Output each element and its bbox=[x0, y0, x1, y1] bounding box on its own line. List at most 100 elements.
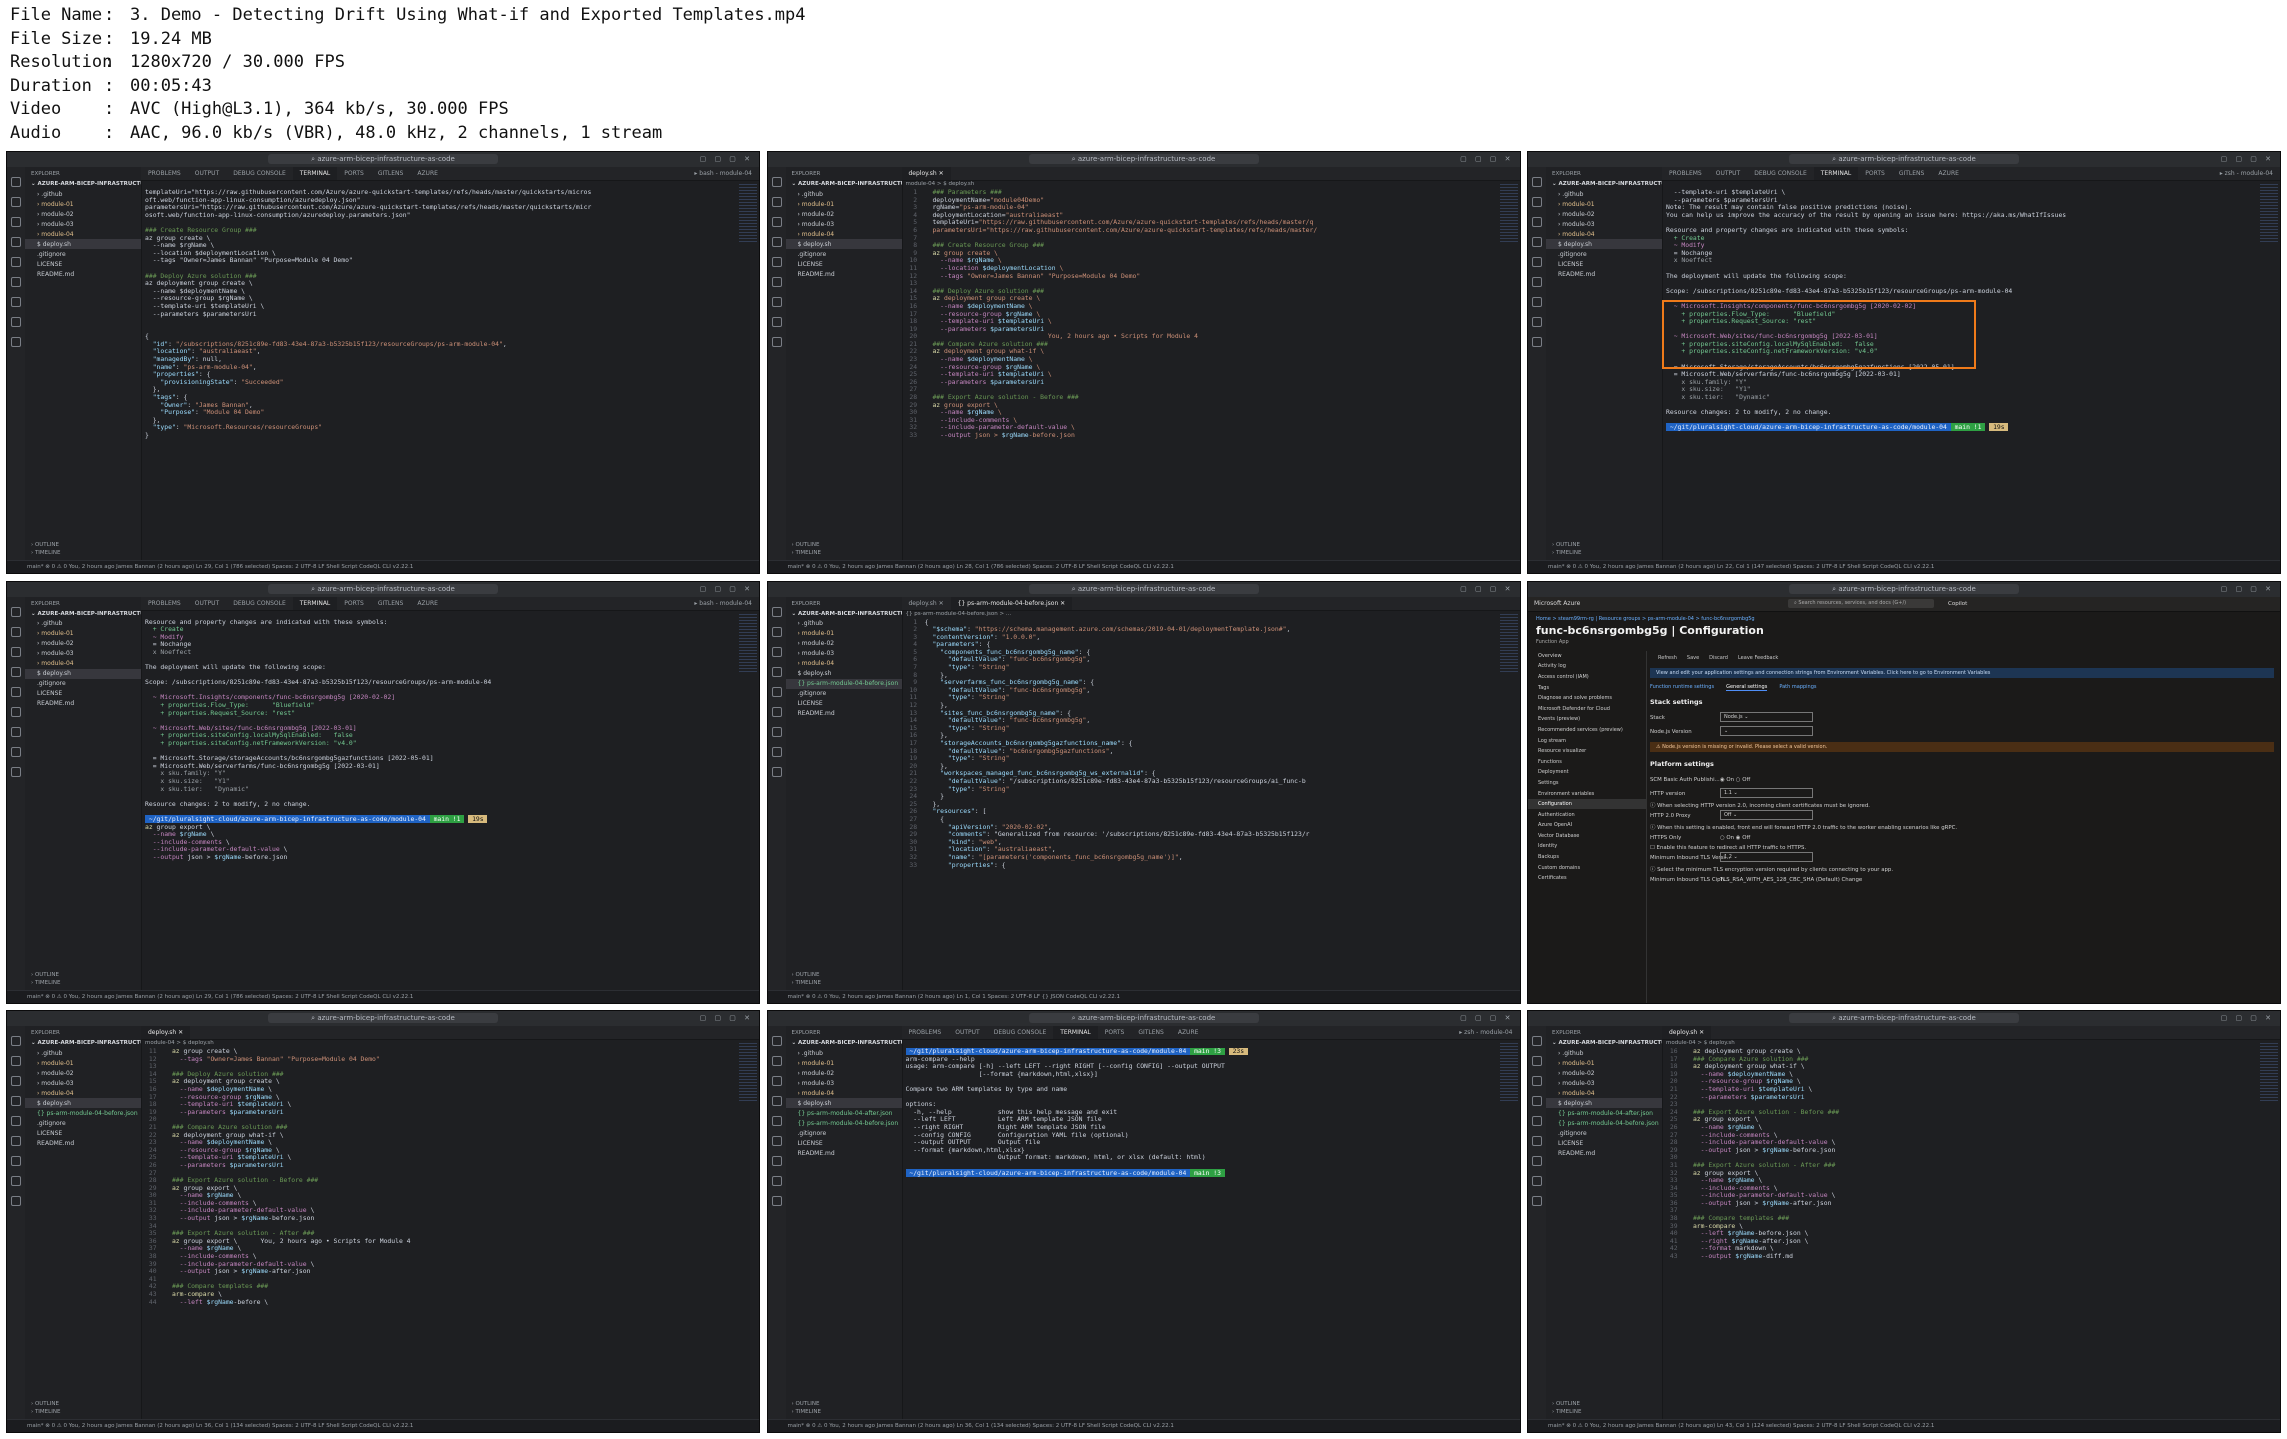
source-control-icon[interactable] bbox=[11, 217, 21, 227]
remote-icon[interactable] bbox=[11, 1156, 21, 1166]
tab-ports[interactable]: PORTS bbox=[337, 167, 371, 180]
source-control-icon[interactable] bbox=[771, 217, 782, 227]
window-controls[interactable]: ▢ ▢ ▢ ✕ bbox=[1460, 155, 1513, 163]
breadcrumb[interactable]: module-04 > $ deploy.sh bbox=[1666, 1040, 1735, 1046]
run-debug-icon[interactable] bbox=[1532, 237, 1542, 247]
explorer-item[interactable]: › module-01 bbox=[25, 199, 141, 209]
explorer-item[interactable]: › module-03 bbox=[25, 649, 141, 659]
explorer-item[interactable]: › module-02 bbox=[25, 639, 141, 649]
outline-section[interactable]: › OUTLINE bbox=[31, 1400, 60, 1408]
testing-icon[interactable] bbox=[11, 1136, 21, 1146]
azure-icon[interactable] bbox=[771, 1196, 782, 1206]
editor-tab[interactable]: deploy.sh ✕ bbox=[1662, 1026, 1712, 1039]
config-tab[interactable]: Path mappings bbox=[1779, 684, 1816, 690]
explorer-item[interactable]: › module-01 bbox=[1546, 199, 1662, 209]
http-version-dropdown[interactable]: 1.1 ⌄ bbox=[1720, 788, 1813, 798]
tab-azure[interactable]: AZURE bbox=[410, 597, 445, 610]
timeline-section[interactable]: › TIMELINE bbox=[1552, 1408, 1581, 1416]
window-controls[interactable]: ▢ ▢ ▢ ✕ bbox=[2221, 155, 2274, 163]
tab-terminal[interactable]: TERMINAL bbox=[292, 167, 338, 180]
tab-problems[interactable]: PROBLEMS bbox=[141, 597, 188, 610]
run-debug-icon[interactable] bbox=[1532, 1096, 1542, 1106]
explorer-item[interactable]: $ deploy.sh bbox=[785, 239, 902, 249]
terminal-name[interactable]: ▸ zsh - module-04 bbox=[1452, 1026, 1519, 1039]
tab-problems[interactable]: PROBLEMS bbox=[141, 167, 188, 180]
window-controls[interactable]: ▢ ▢ ▢ ✕ bbox=[1460, 585, 1513, 593]
menu-item[interactable]: Backups bbox=[1528, 852, 1646, 863]
explorer-item[interactable]: › module-04 bbox=[1546, 1088, 1662, 1098]
command-center-search[interactable]: ⌕ azure-arm-bicep-infrastructure-as-code bbox=[1789, 583, 2019, 594]
window-controls[interactable]: ▢ ▢ ▢ ✕ bbox=[700, 585, 753, 593]
timeline-section[interactable]: › TIMELINE bbox=[792, 979, 821, 987]
explorer-item[interactable]: LICENSE bbox=[786, 259, 902, 269]
explorer-root-folder[interactable]: ⌄ AZURE-ARM-BICEP-INFRASTRUCTURE-AS-CODE bbox=[786, 179, 902, 189]
explorer-item[interactable]: .gitignore bbox=[25, 679, 141, 689]
menu-item[interactable]: Deployment bbox=[1528, 767, 1646, 778]
azure-icon[interactable] bbox=[1532, 1196, 1542, 1206]
breadcrumb[interactable]: module-04 > $ deploy.sh bbox=[145, 1040, 214, 1046]
tab-debug-console[interactable]: DEBUG CONSOLE bbox=[987, 1026, 1054, 1039]
explorer-root-folder[interactable]: ⌄ AZURE-ARM-BICEP-INFRASTRUCTURE-AS-CODE bbox=[1546, 1038, 1662, 1048]
tab-azure[interactable]: AZURE bbox=[1171, 1026, 1206, 1039]
explorer-item[interactable]: .gitignore bbox=[786, 249, 902, 259]
menu-item[interactable]: Recommended services (preview) bbox=[1528, 725, 1646, 736]
explorer-root-folder[interactable]: ⌄ AZURE-ARM-BICEP-INFRASTRUCTURE-AS-CODE bbox=[1546, 179, 1662, 189]
explorer-item[interactable]: README.md bbox=[786, 269, 902, 279]
extensions-icon[interactable] bbox=[11, 1116, 21, 1126]
explorer-item[interactable]: › module-02 bbox=[25, 1068, 141, 1078]
explorer-item[interactable]: LICENSE bbox=[25, 1128, 141, 1138]
tab-problems[interactable]: PROBLEMS bbox=[902, 1026, 949, 1039]
editor-tab[interactable]: deploy.sh ✕ bbox=[901, 167, 951, 180]
explorer-item[interactable]: README.md bbox=[25, 699, 141, 709]
menu-item[interactable]: Custom domains bbox=[1528, 862, 1646, 873]
menu-item[interactable]: Settings bbox=[1528, 778, 1646, 789]
run-debug-icon[interactable] bbox=[771, 1096, 782, 1106]
search-icon[interactable] bbox=[11, 626, 21, 637]
explorer-item[interactable]: › module-03 bbox=[25, 219, 141, 229]
explorer-item[interactable]: .gitignore bbox=[786, 689, 902, 699]
tab-gitlens[interactable]: GITLENS bbox=[1131, 1026, 1171, 1039]
remote-icon[interactable] bbox=[1532, 297, 1542, 307]
explorer-icon[interactable] bbox=[11, 177, 21, 187]
azure-icon[interactable] bbox=[11, 1196, 21, 1206]
tab-output[interactable]: OUTPUT bbox=[188, 597, 226, 610]
config-tab[interactable]: General settings bbox=[1726, 683, 1768, 691]
explorer-item[interactable]: {} ps-arm-module-04-before.json bbox=[785, 678, 902, 689]
tls-version-dropdown[interactable]: 1.2 ⌄ bbox=[1720, 852, 1813, 862]
gitlens-icon[interactable] bbox=[771, 746, 782, 757]
command-leave-feedback[interactable]: Leave Feedback bbox=[1738, 655, 1778, 661]
outline-section[interactable]: › OUTLINE bbox=[792, 1400, 821, 1408]
explorer-item[interactable]: README.md bbox=[1546, 269, 1662, 279]
explorer-item[interactable]: $ deploy.sh bbox=[25, 239, 141, 249]
menu-item[interactable]: Microsoft Defender for Cloud bbox=[1528, 703, 1646, 714]
menu-item[interactable]: Identity bbox=[1528, 841, 1646, 852]
tab-gitlens[interactable]: GITLENS bbox=[371, 167, 411, 180]
testing-icon[interactable] bbox=[771, 1136, 782, 1146]
menu-item[interactable]: Environment variables bbox=[1528, 788, 1646, 799]
explorer-item[interactable]: {} ps-arm-module-04-after.json bbox=[1546, 1108, 1662, 1118]
source-control-icon[interactable] bbox=[1532, 217, 1542, 227]
explorer-icon[interactable] bbox=[771, 1036, 782, 1046]
gitlens-icon[interactable] bbox=[1532, 1176, 1542, 1186]
explorer-icon[interactable] bbox=[771, 606, 782, 617]
menu-item[interactable]: Diagnose and solve problems bbox=[1528, 693, 1646, 704]
menu-item[interactable]: Configuration bbox=[1528, 798, 1646, 810]
terminal-name[interactable]: ▸ zsh - module-04 bbox=[2213, 167, 2280, 180]
search-icon[interactable] bbox=[1532, 1056, 1542, 1066]
command-discard[interactable]: Discard bbox=[1709, 655, 1728, 661]
window-controls[interactable]: ▢ ▢ ▢ ✕ bbox=[2221, 1014, 2274, 1022]
explorer-item[interactable]: › .github bbox=[786, 189, 902, 199]
explorer-item[interactable]: $ deploy.sh bbox=[25, 668, 141, 679]
extensions-icon[interactable] bbox=[771, 1116, 782, 1126]
https-radio[interactable]: ○ On ◉ Off bbox=[1720, 835, 1750, 841]
explorer-item[interactable]: README.md bbox=[1546, 1148, 1662, 1158]
tab-ports[interactable]: PORTS bbox=[1098, 1026, 1132, 1039]
search-icon[interactable] bbox=[771, 626, 782, 637]
menu-item[interactable]: Resource visualizer bbox=[1528, 746, 1646, 757]
explorer-item[interactable]: LICENSE bbox=[786, 699, 902, 709]
search-icon[interactable] bbox=[11, 1056, 21, 1066]
breadcrumb[interactable]: module-04 > $ deploy.sh bbox=[906, 181, 975, 187]
tab-azure[interactable]: AZURE bbox=[410, 167, 445, 180]
tab-terminal[interactable]: TERMINAL bbox=[292, 596, 338, 610]
command-center-search[interactable]: ⌕ azure-arm-bicep-infrastructure-as-code bbox=[1028, 1013, 1259, 1023]
